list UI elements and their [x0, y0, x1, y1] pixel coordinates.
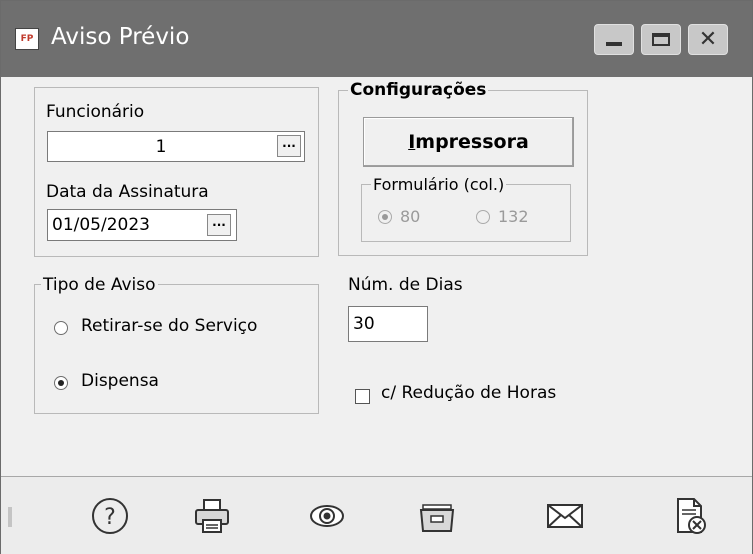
close-document-button[interactable]	[662, 488, 718, 544]
reducao-horas-checkbox[interactable]	[355, 389, 370, 404]
minimize-icon	[606, 42, 622, 46]
folder-button[interactable]	[409, 488, 465, 544]
formulario-80-radio[interactable]	[378, 210, 392, 224]
impressora-label: mpressora	[415, 131, 529, 153]
folder-icon	[419, 504, 455, 532]
app-icon: FP	[15, 28, 39, 50]
document-close-icon	[677, 498, 706, 534]
close-button[interactable]: ✕	[688, 24, 728, 55]
mail-icon	[547, 504, 583, 528]
tipo-aviso-group	[34, 284, 319, 414]
maximize-button[interactable]	[641, 24, 681, 55]
maximize-icon	[652, 33, 670, 46]
formulario-80-label: 80	[400, 207, 421, 226]
preview-eye-icon	[310, 505, 344, 527]
funcionario-field[interactable]	[47, 131, 305, 162]
mail-button[interactable]	[537, 488, 593, 544]
formulario-legend: Formulário (col.)	[371, 175, 507, 194]
preview-button[interactable]	[299, 488, 355, 544]
funcionario-input[interactable]	[48, 132, 304, 161]
formulario-132-radio[interactable]	[476, 210, 490, 224]
tipo-aviso-legend: Tipo de Aviso	[41, 275, 158, 295]
configuracoes-legend: Configurações	[348, 80, 489, 100]
impressora-accel: I	[408, 131, 416, 153]
dispensa-label[interactable]: Dispensa	[81, 371, 159, 391]
data-assinatura-label: Data da Assinatura	[46, 182, 209, 202]
printer-icon	[195, 499, 229, 533]
impressora-button[interactable]: Impressora	[363, 117, 574, 167]
help-icon: ?	[92, 498, 128, 534]
funcionario-label: Funcionário	[46, 102, 145, 122]
close-icon: ✕	[698, 26, 718, 52]
data-assinatura-lookup-button[interactable]: ···	[207, 214, 231, 236]
window: FP Aviso Prévio ✕ Funcionário ··· Data d…	[0, 0, 753, 554]
print-button[interactable]	[184, 488, 240, 544]
footer-toolbar: ?	[1, 476, 752, 554]
num-dias-label: Núm. de Dias	[348, 275, 463, 295]
svg-text:?: ?	[104, 505, 116, 530]
num-dias-field[interactable]	[348, 306, 428, 342]
dispensa-radio[interactable]	[54, 376, 68, 390]
toolbar-grip	[8, 507, 12, 527]
title-bar: FP Aviso Prévio ✕	[1, 1, 752, 77]
minimize-button[interactable]	[594, 24, 634, 55]
window-title: Aviso Prévio	[51, 24, 190, 50]
help-button[interactable]: ?	[82, 488, 138, 544]
reducao-horas-label[interactable]: c/ Redução de Horas	[381, 383, 556, 403]
formulario-132-label: 132	[498, 207, 529, 226]
funcionario-lookup-button[interactable]: ···	[277, 135, 301, 157]
retirar-se-label[interactable]: Retirar-se do Serviço	[81, 316, 257, 336]
retirar-se-radio[interactable]	[54, 321, 68, 335]
num-dias-input[interactable]	[349, 307, 427, 341]
